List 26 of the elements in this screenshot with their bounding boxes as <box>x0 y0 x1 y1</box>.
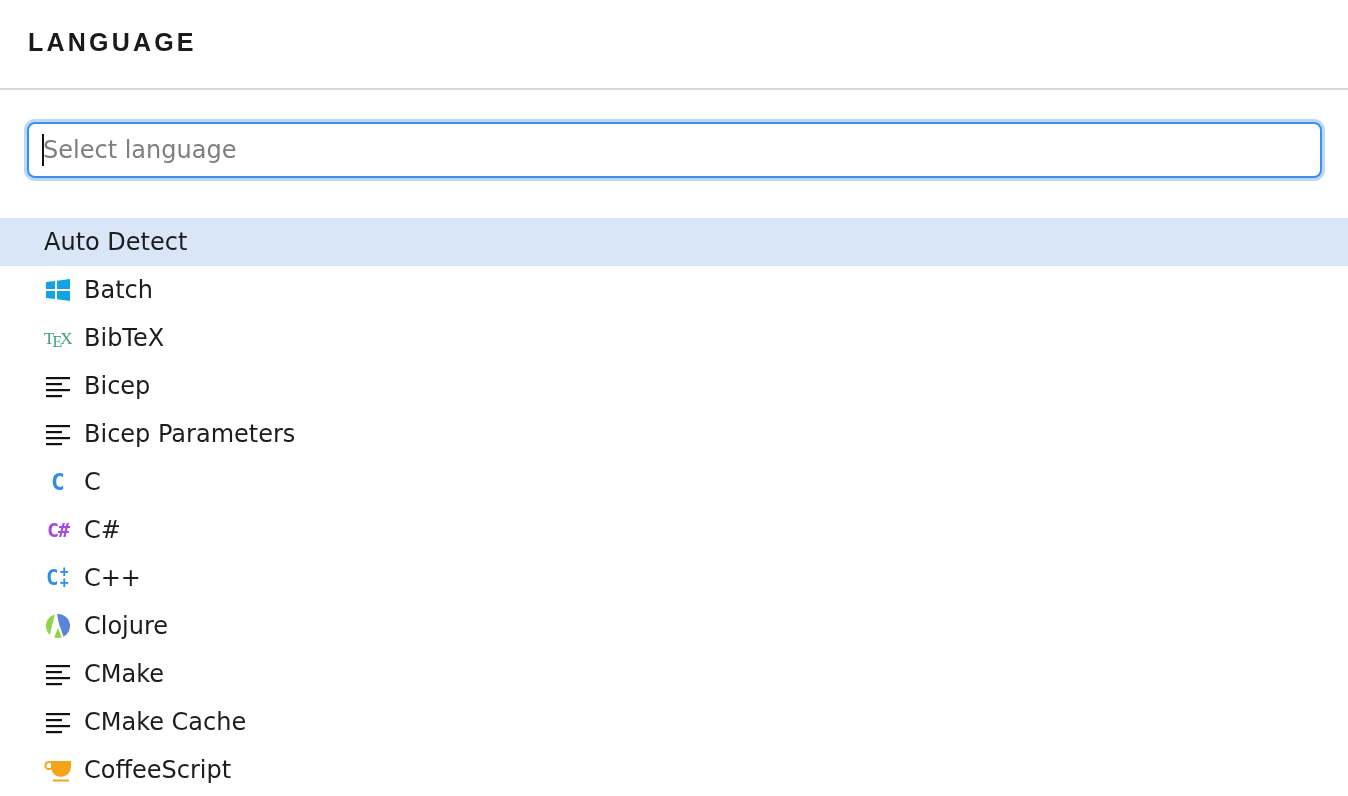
language-option[interactable]: C++ C++ <box>0 554 1348 602</box>
panel-title: LANGUAGE <box>28 27 197 57</box>
text-lines-icon <box>44 662 72 686</box>
language-option[interactable]: Bicep <box>0 362 1348 410</box>
language-option[interactable]: CoffeeScript <box>0 746 1348 794</box>
language-option[interactable]: CMake <box>0 650 1348 698</box>
window-panes-icon <box>44 278 72 302</box>
language-option[interactable]: Auto Detect <box>0 218 1348 266</box>
language-option[interactable]: CMake Cache <box>0 698 1348 746</box>
text-cursor <box>42 134 44 166</box>
language-option[interactable]: Bicep Parameters <box>0 410 1348 458</box>
c-sharp-icon: C# <box>44 517 72 543</box>
language-option[interactable]: Clojure <box>0 602 1348 650</box>
c-plus-plus-icon: C++ <box>44 565 72 591</box>
split-circle-icon <box>44 614 72 638</box>
language-option[interactable]: TEX BibTeX <box>0 314 1348 362</box>
text-lines-icon <box>44 374 72 398</box>
c-letter-icon: C <box>44 469 72 495</box>
language-option[interactable]: C# C# <box>0 506 1348 554</box>
search-field[interactable]: Select language <box>27 122 1322 178</box>
text-lines-icon <box>44 710 72 734</box>
language-option[interactable]: Batch <box>0 266 1348 314</box>
language-option[interactable]: C C <box>0 458 1348 506</box>
text-lines-icon <box>44 422 72 446</box>
coffee-cup-icon <box>44 758 72 782</box>
tex-logo-icon: TEX <box>44 325 72 351</box>
